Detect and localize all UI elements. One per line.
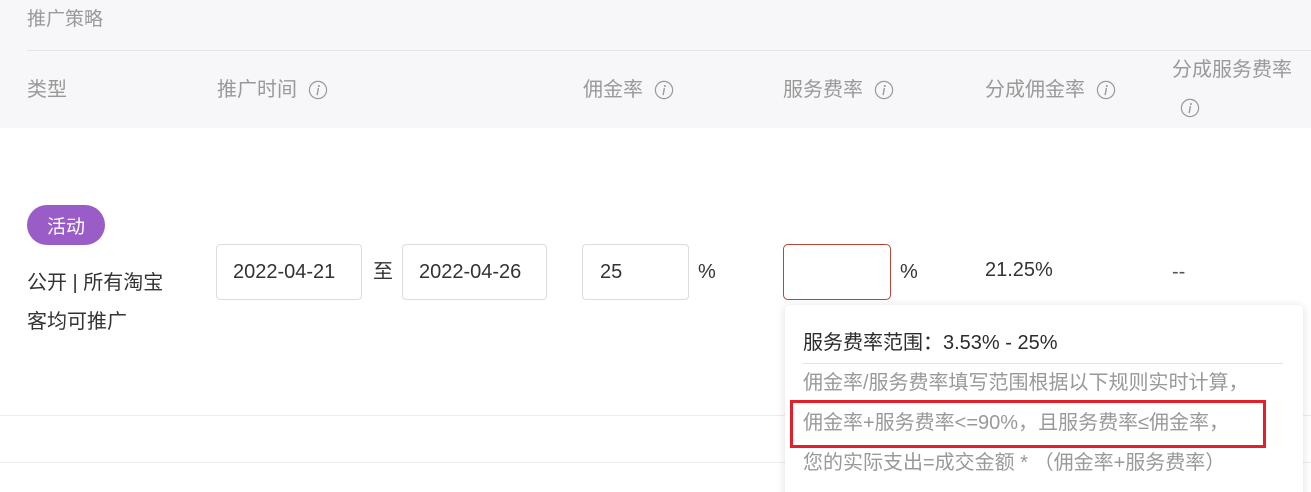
header-divider (27, 50, 1311, 51)
column-header-service-rate: 服务费率 (783, 79, 894, 101)
column-label-split-service-rate: 分成服务费率 (1172, 59, 1292, 81)
end-date-input[interactable] (402, 244, 547, 300)
start-date-input[interactable] (216, 244, 362, 300)
column-header-promo-time: 推广时间 (217, 79, 328, 101)
tooltip-divider (803, 363, 1283, 364)
tooltip-rule-line: 佣金率+服务费率<=90%，且服务费率≤佣金率， (803, 412, 1230, 434)
commission-rate-unit: % (698, 261, 716, 283)
tooltip-title: 服务费率范围：3.53% - 25% (803, 332, 1058, 354)
tooltip-rule-line: 佣金率/服务费率填写范围根据以下规则实时计算， (803, 372, 1249, 394)
info-icon[interactable] (874, 80, 894, 100)
activity-type-badge: 活动 (27, 205, 105, 245)
date-range-separator: 至 (373, 261, 393, 283)
type-description: 公开 | 所有淘宝 客均可推广 (27, 264, 163, 342)
column-label-split-commission-rate: 分成佣金率 (985, 79, 1085, 101)
service-rate-unit: % (900, 261, 918, 283)
column-header-split-service-rate: 分成服务费率 (1172, 59, 1292, 81)
column-header-split-commission-rate: 分成佣金率 (985, 79, 1116, 101)
column-label-service-rate: 服务费率 (783, 79, 863, 101)
tooltip-rule-line: 您的实际支出=成交金额 * （佣金率+服务费率） (803, 452, 1226, 474)
info-icon[interactable] (1180, 98, 1200, 118)
split-commission-rate-value: 21.25% (985, 259, 1053, 281)
commission-rate-input[interactable] (582, 244, 689, 300)
table-header (0, 0, 1311, 128)
column-header-commission-rate: 佣金率 (583, 79, 674, 101)
promotion-strategy-panel: 推广策略 类型 推广时间 佣金率 服务费率 分成佣金率 分成服务费率 活动 公开… (0, 0, 1311, 492)
service-rate-input[interactable] (783, 244, 891, 300)
column-label-commission-rate: 佣金率 (583, 79, 643, 101)
type-description-line: 公开 | 所有淘宝 (27, 272, 164, 294)
column-label-promo-time: 推广时间 (217, 79, 297, 101)
info-icon[interactable] (654, 80, 674, 100)
info-icon[interactable] (1096, 80, 1116, 100)
type-description-line: 客均可推广 (27, 311, 127, 333)
info-icon[interactable] (308, 80, 328, 100)
split-service-rate-value: -- (1172, 261, 1186, 283)
column-label-type: 类型 (27, 79, 67, 101)
service-rate-range-tooltip: 服务费率范围：3.53% - 25% 佣金率/服务费率填写范围根据以下规则实时计… (785, 305, 1303, 492)
section-title: 推广策略 (27, 9, 104, 30)
column-header-type: 类型 (27, 79, 67, 101)
